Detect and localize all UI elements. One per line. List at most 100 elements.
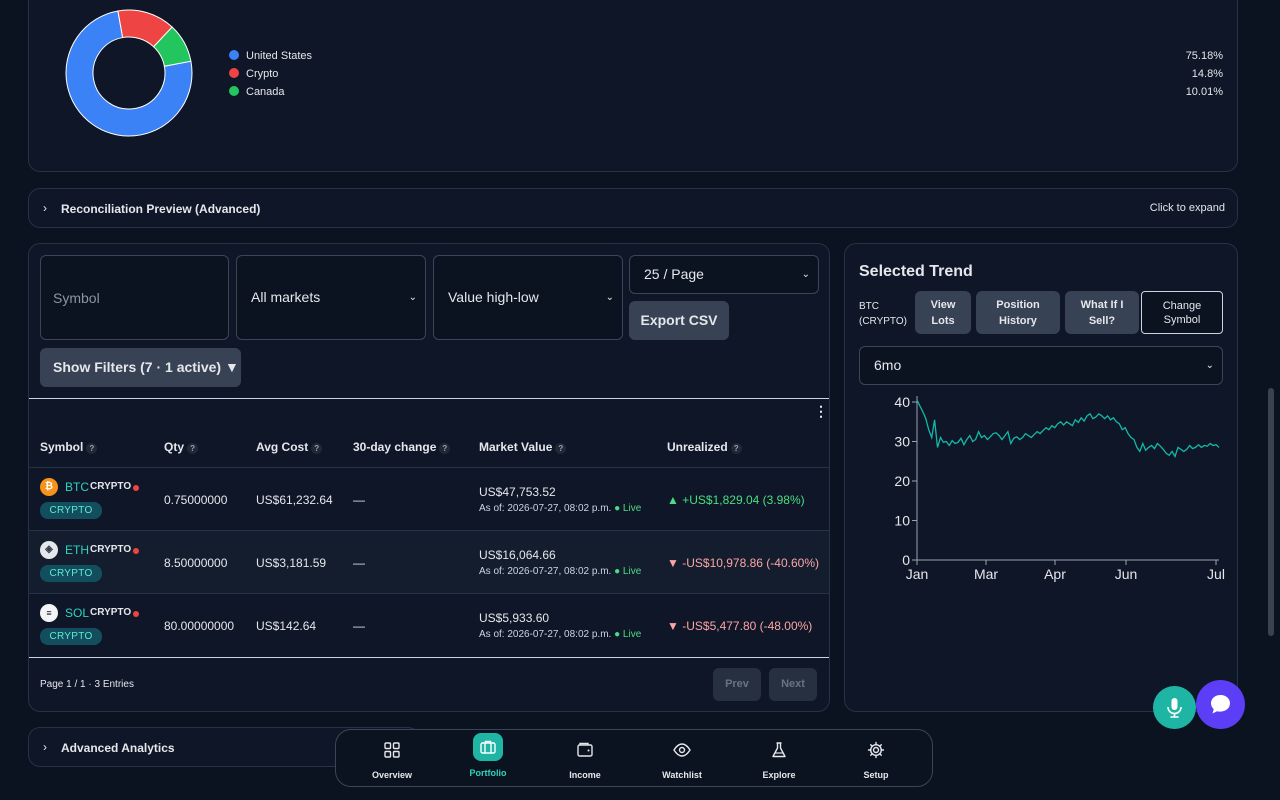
row-symbol[interactable]: SOL [65, 606, 89, 620]
help-icon[interactable]: ? [439, 443, 451, 454]
help-icon[interactable]: ? [730, 443, 742, 454]
briefcase-icon [480, 740, 496, 754]
live-label: Live [622, 503, 642, 514]
nav-setup[interactable]: Setup [836, 730, 916, 788]
nav-income[interactable]: Income [545, 730, 625, 788]
legend-pct-canada: 10.01% [1185, 86, 1223, 98]
row-market-value: US$5,933.60 [479, 611, 550, 625]
nav-label: Explore [762, 770, 796, 780]
what-if-sell-button[interactable]: What If I Sell? [1065, 291, 1139, 334]
trend-title: Selected Trend [859, 263, 973, 280]
asset-class-badge: CRYPTO [40, 628, 102, 645]
help-icon[interactable]: ? [555, 443, 567, 454]
change-symbol-button[interactable]: Change Symbol [1141, 291, 1223, 334]
nav-explore[interactable]: Explore [739, 730, 819, 788]
sort-select[interactable]: Value high-low ⌄ [433, 255, 623, 340]
row-unrealized: ▲ +US$1,829.04 (3.98%) [667, 493, 805, 507]
symbol-search-input[interactable] [40, 255, 229, 340]
header-label: Qty [164, 440, 185, 454]
more-options-icon[interactable]: ⋮ [814, 404, 828, 418]
nav-overview[interactable]: Overview [352, 730, 432, 788]
expand-hint: Click to expand [1149, 202, 1225, 214]
x-tick-label: Jul [1207, 566, 1225, 582]
nav-watchlist[interactable]: Watchlist [642, 730, 722, 788]
header-label: Market Value [479, 440, 553, 454]
header-label: Symbol [40, 440, 84, 454]
help-icon[interactable]: ? [86, 443, 98, 454]
legend-pct-united-states: 75.18% [1185, 50, 1223, 62]
position-history-button[interactable]: Position History [976, 291, 1060, 334]
legend-item-united-states: United States [229, 49, 312, 63]
nav-label: Overview [371, 770, 413, 780]
btn-line: Position [996, 298, 1040, 311]
row-30-day-change: — [353, 493, 365, 507]
as-of-text: As of: 2026-07-27, 08:02 p.m. [479, 629, 612, 640]
nav-label: Setup [863, 770, 889, 780]
row-market-value: US$47,753.52 [479, 485, 556, 499]
allocation-card: United States Crypto Canada 75.18% 14.8%… [28, 0, 1238, 172]
help-icon[interactable]: ? [187, 443, 199, 454]
chat-assistant-button[interactable] [1196, 680, 1245, 729]
prev-page-button[interactable]: Prev [713, 668, 761, 701]
unrealized-value: -US$5,477.80 (-48.00%) [682, 619, 813, 633]
row-symbol[interactable]: ETH [65, 543, 89, 557]
nav-label: Portfolio [469, 768, 507, 778]
legend-item-crypto: Crypto [229, 67, 278, 81]
as-of-text: As of: 2026-07-27, 08:02 p.m. [479, 566, 612, 577]
row-as-of: As of: 2026-07-27, 08:02 p.m. ● Live [479, 629, 641, 640]
row-unrealized: ▼ -US$10,978.86 (-40.60%) [667, 556, 819, 570]
divider [29, 398, 829, 399]
advanced-analytics-title: Advanced Analytics [61, 741, 175, 755]
header-avg-cost[interactable]: Avg Cost? [256, 440, 323, 454]
page-size-select[interactable]: 25 / Page ⌄ [629, 255, 819, 294]
legend-label: United States [246, 50, 313, 62]
chat-bubble-icon [1211, 695, 1230, 714]
row-asset-class: CRYPTO [90, 544, 132, 555]
status-dot [133, 485, 139, 491]
market-select[interactable]: All markets ⌄ [236, 255, 426, 340]
next-page-button[interactable]: Next [769, 668, 817, 701]
header-symbol[interactable]: Symbol? [40, 440, 98, 454]
legend-label: Crypto [246, 68, 279, 80]
nav-portfolio[interactable]: Portfolio [448, 730, 528, 788]
table-row[interactable]: ◈ ETH CRYPTO CRYPTO 8.50000000 US$3,181.… [29, 530, 829, 593]
nav-label: Watchlist [662, 770, 702, 780]
gear-icon [867, 741, 885, 759]
reconciliation-preview-panel[interactable]: › Reconciliation Preview (Advanced) Clic… [28, 188, 1238, 228]
export-csv-button[interactable]: Export CSV [629, 301, 729, 340]
view-lots-button[interactable]: View Lots [915, 291, 971, 334]
time-range-select[interactable]: 6mo ⌄ [859, 346, 1223, 385]
header-label: Unrealized [667, 440, 728, 454]
bottom-navigation: Overview Portfolio Income Watchlist Expl… [335, 729, 933, 787]
table-row[interactable]: ≡ SOL CRYPTO CRYPTO 80.00000000 US$142.6… [29, 593, 829, 657]
table-row[interactable]: ₿ BTC CRYPTO CRYPTO 0.75000000 US$61,232… [29, 467, 829, 530]
voice-assistant-button[interactable] [1153, 686, 1196, 729]
x-tick-label: Apr [1044, 566, 1066, 582]
row-symbol[interactable]: BTC [65, 480, 89, 494]
header-unrealized[interactable]: Unrealized? [667, 440, 742, 454]
allocation-donut-chart [65, 9, 193, 137]
chevron-down-icon: ⌄ [1205, 360, 1214, 371]
btn-line: Sell? [1088, 314, 1116, 327]
chevron-right-icon: › [43, 201, 47, 215]
wallet-icon [577, 742, 593, 757]
row-avg-cost: US$142.64 [256, 619, 317, 633]
header-market-value[interactable]: Market Value? [479, 440, 567, 454]
header-30-day-change[interactable]: 30-day change? [353, 440, 451, 454]
live-indicator: ● Live [614, 566, 642, 577]
x-tick-label: Jun [1115, 566, 1138, 582]
trend-symbol-class: (CRYPTO) [859, 316, 907, 327]
row-qty: 80.00000000 [164, 619, 235, 633]
legend-dot [229, 50, 239, 60]
pagination-info: Page 1 / 1 · 3 Entries [40, 679, 134, 690]
show-filters-button[interactable]: Show Filters (7 · 1 active) ▼ [40, 348, 241, 387]
btn-line: Change [1162, 299, 1202, 312]
help-icon[interactable]: ? [311, 443, 323, 454]
asset-class-badge: CRYPTO [40, 502, 102, 519]
row-30-day-change: — [353, 619, 365, 633]
scrollbar-thumb[interactable] [1268, 388, 1274, 636]
header-qty[interactable]: Qty? [164, 440, 199, 454]
page-size-value: 25 / Page [644, 266, 704, 282]
legend-label: Canada [246, 86, 285, 98]
chevron-down-icon: ⌄ [408, 292, 417, 303]
